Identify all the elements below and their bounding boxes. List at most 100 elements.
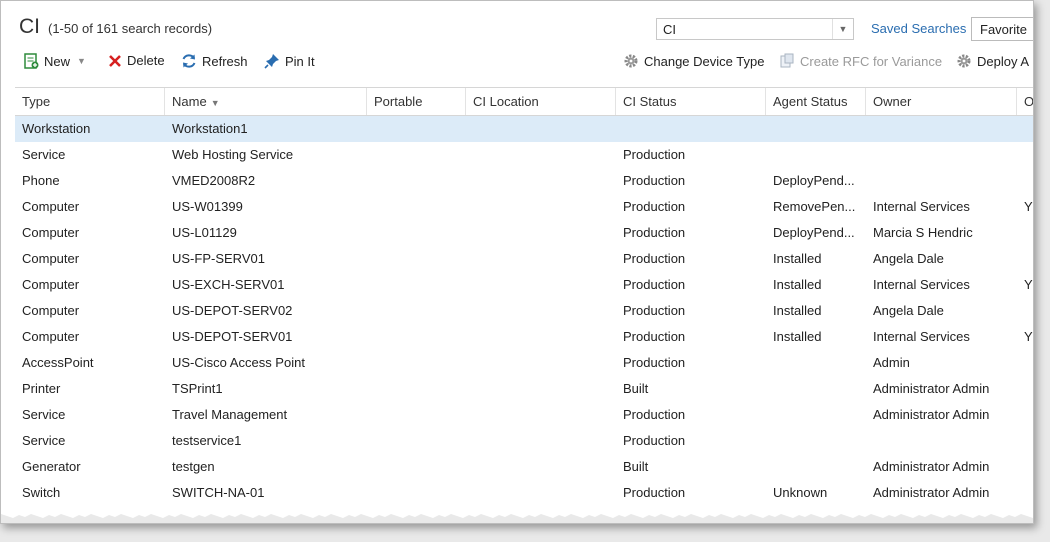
cell-agent-status: Installed (773, 329, 822, 344)
column-header-ci-location[interactable]: CI Location (466, 88, 616, 115)
gear-icon (957, 54, 971, 68)
cell-type: Service (22, 147, 66, 162)
cell-name: Web Hosting Service (172, 147, 294, 162)
table-row[interactable]: Computer US-DEPOT-SERV02 Production Install… (15, 298, 1033, 324)
table-row[interactable]: Computer US-EXCH-SERV01 Production Installe… (15, 272, 1033, 298)
cell-name: US-L01129 (172, 225, 237, 240)
favorites-button[interactable]: Favorite (971, 17, 1033, 41)
refresh-button[interactable]: Refresh (181, 53, 248, 69)
ci-grid: Type Name ▼ Portable CI Location CI Statu… (15, 87, 1033, 506)
cell-owner: Administrator Admin (873, 407, 990, 422)
cell-agent-status (766, 350, 866, 376)
new-button[interactable]: New ▼ (23, 53, 86, 69)
table-row[interactable]: Service Travel Management Production Admini… (15, 402, 1033, 428)
pin-it-button[interactable]: Pin It (264, 53, 315, 69)
cell-name: US-W01399 (172, 199, 243, 214)
chevron-down-icon[interactable]: ▼ (77, 56, 86, 66)
create-rfc-button[interactable]: Create RFC for Variance (779, 53, 942, 69)
cell-overflow (1017, 116, 1033, 142)
create-rfc-label: Create RFC for Variance (800, 53, 943, 69)
column-header-ci-status[interactable]: CI Status (616, 88, 766, 115)
column-header-type[interactable]: Type (15, 88, 165, 115)
table-row[interactable]: AccessPoint US-Cisco Access Point Producti… (15, 350, 1033, 376)
cell-overflow: Y (1024, 329, 1033, 344)
deploy-agent-button[interactable]: Deploy A (956, 53, 1029, 69)
table-row[interactable]: Service testservice1 Production (15, 428, 1033, 454)
cell-owner: Marcia S Hendric (873, 225, 973, 240)
delete-icon (109, 54, 121, 67)
cell-type: Phone (22, 173, 60, 188)
saved-searches-link[interactable]: Saved Searches (871, 21, 966, 36)
table-row[interactable]: Computer US-W01399 Production RemovePen... I… (15, 194, 1033, 220)
column-header-portable[interactable]: Portable (367, 88, 466, 115)
cell-overflow (1017, 142, 1033, 168)
cell-name: US-EXCH-SERV01 (172, 277, 285, 292)
table-row[interactable]: Printer TSPrint1 Built Administrator Admin (15, 376, 1033, 402)
cell-type: Switch (22, 485, 61, 500)
cell-type: Computer (22, 199, 80, 214)
cell-type: Service (22, 433, 66, 448)
table-row[interactable]: Computer US-FP-SERV01 Production Installed A… (15, 246, 1033, 272)
cell-owner: Internal Services (873, 277, 970, 292)
sort-descending-icon: ▼ (210, 98, 220, 108)
record-count: (1-50 of 161 search records) (48, 21, 213, 36)
cell-type: Workstation (22, 121, 91, 136)
cell-overflow: Y (1024, 277, 1033, 292)
cell-agent-status (766, 454, 866, 480)
cell-overflow (1017, 454, 1033, 480)
cell-type: Computer (22, 303, 80, 318)
cell-overflow (1017, 480, 1033, 506)
cell-ci-status: Production (623, 355, 686, 370)
table-row[interactable]: Generator testgen Built Administrator Admin (15, 454, 1033, 480)
cell-agent-status: Installed (773, 251, 822, 266)
cell-owner (866, 116, 1017, 142)
cell-owner: Administrator Admin (873, 381, 990, 396)
cell-ci-status: Production (623, 329, 686, 344)
column-header-overflow[interactable]: O (1017, 88, 1033, 115)
cell-name: TSPrint1 (172, 381, 223, 396)
search-select[interactable]: CI ▼ (656, 18, 854, 40)
change-device-type-button[interactable]: Change Device Type (623, 53, 764, 69)
deploy-agent-label: Deploy A (977, 53, 1030, 69)
cell-name: Workstation1 (172, 121, 248, 136)
cell-ci-status: Built (623, 381, 649, 396)
cell-owner (866, 142, 1017, 168)
delete-button[interactable]: Delete (108, 53, 165, 68)
grid-header: Type Name ▼ Portable CI Location CI Statu… (15, 87, 1033, 116)
cell-overflow (1017, 428, 1033, 454)
table-row[interactable]: Service Web Hosting Service Production (15, 142, 1033, 168)
cell-name: SWITCH-NA-01 (172, 485, 265, 500)
gear-icon (624, 54, 638, 68)
cell-type: Service (22, 407, 66, 422)
chevron-down-icon[interactable]: ▼ (832, 19, 853, 39)
table-row[interactable]: Computer US-DEPOT-SERV01 Production Install… (15, 324, 1033, 350)
cell-type: Computer (22, 329, 80, 344)
torn-edge (1, 514, 1033, 523)
cell-name: US-FP-SERV01 (172, 251, 265, 266)
column-header-owner[interactable]: Owner (866, 88, 1017, 115)
column-header-name[interactable]: Name ▼ (165, 88, 367, 115)
cell-agent-status: Installed (773, 303, 822, 318)
cell-overflow (1017, 298, 1033, 324)
delete-label: Delete (127, 53, 165, 68)
cell-overflow (1017, 246, 1033, 272)
table-row[interactable]: Switch SWITCH-NA-01 Production Unknown Admin… (15, 480, 1033, 506)
change-device-type-label: Change Device Type (644, 53, 765, 69)
cell-name: US-DEPOT-SERV02 (172, 303, 293, 318)
cell-agent-status: DeployPend... (773, 225, 855, 240)
cell-agent-status (766, 376, 866, 402)
cell-ci-status: Production (623, 251, 686, 266)
ci-list-window: CI (1-50 of 161 search records) CI ▼ Sav… (0, 0, 1034, 524)
new-icon (24, 53, 39, 69)
toolbar: New ▼ Delete Refresh Pin It Change Devic… (1, 49, 1033, 75)
table-row[interactable]: Phone VMED2008R2 Production DeployPend... (15, 168, 1033, 194)
column-header-agent-status[interactable]: Agent Status (766, 88, 866, 115)
cell-agent-status: RemovePen... (773, 199, 856, 214)
grid-body: Workstation Workstation1 Service Web Hostin… (15, 116, 1033, 506)
cell-ci-status: Production (623, 225, 686, 240)
cell-type: Computer (22, 251, 80, 266)
table-row[interactable]: Workstation Workstation1 (15, 116, 1033, 142)
table-row[interactable]: Computer US-L01129 Production DeployPend...… (15, 220, 1033, 246)
cell-type: AccessPoint (22, 355, 94, 370)
page-title: CI (19, 15, 40, 38)
